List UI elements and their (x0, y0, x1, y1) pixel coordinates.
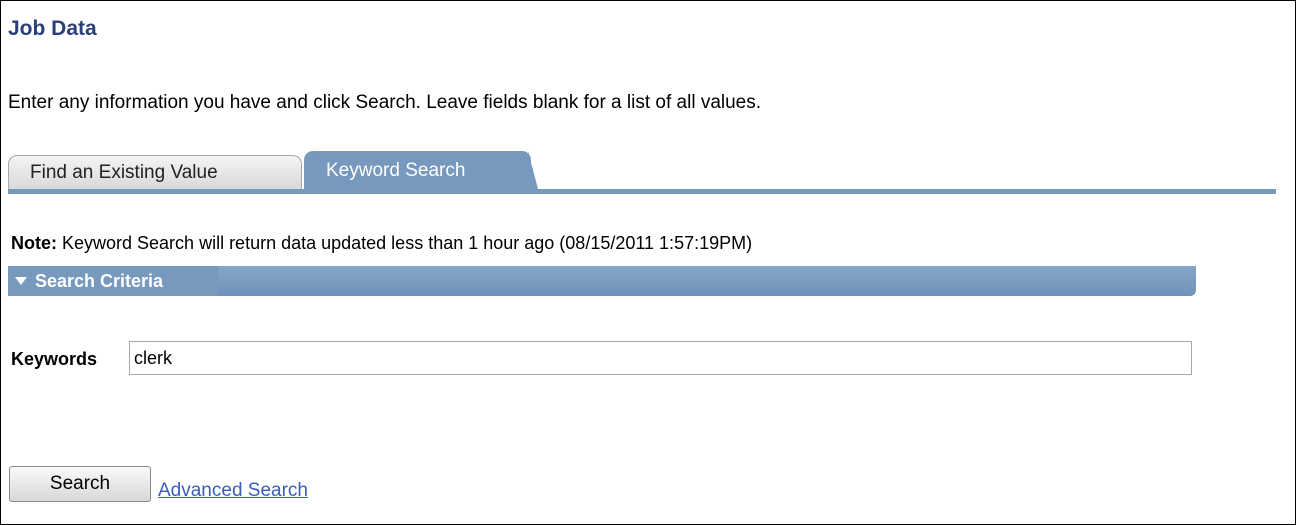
tab-find-existing-value[interactable]: Find an Existing Value (8, 155, 302, 189)
tab-underline (8, 189, 1276, 194)
tab-bar: Find an Existing Value Keyword Search (8, 151, 1276, 195)
page-frame (0, 0, 1296, 525)
search-criteria-title: Search Criteria (35, 270, 164, 291)
tab-find-existing-value-label: Find an Existing Value (30, 161, 218, 183)
tab-keyword-search[interactable]: Keyword Search (304, 151, 531, 189)
note-text: Keyword Search will return data updated … (57, 233, 753, 253)
collapse-arrow-icon[interactable] (15, 277, 27, 285)
keywords-input[interactable] (129, 341, 1192, 375)
tab-keyword-search-label: Keyword Search (326, 159, 466, 181)
note-label: Note: (11, 233, 57, 253)
search-criteria-header[interactable]: Search Criteria (8, 266, 1196, 296)
keywords-label: Keywords (11, 349, 98, 369)
keyword-search-note: Note: Keyword Search will return data up… (11, 233, 752, 254)
page-title: Job Data (8, 17, 97, 40)
instructions-text: Enter any information you have and click… (8, 92, 762, 113)
search-button[interactable]: Search (9, 466, 151, 502)
advanced-search-link[interactable]: Advanced Search (158, 480, 308, 502)
